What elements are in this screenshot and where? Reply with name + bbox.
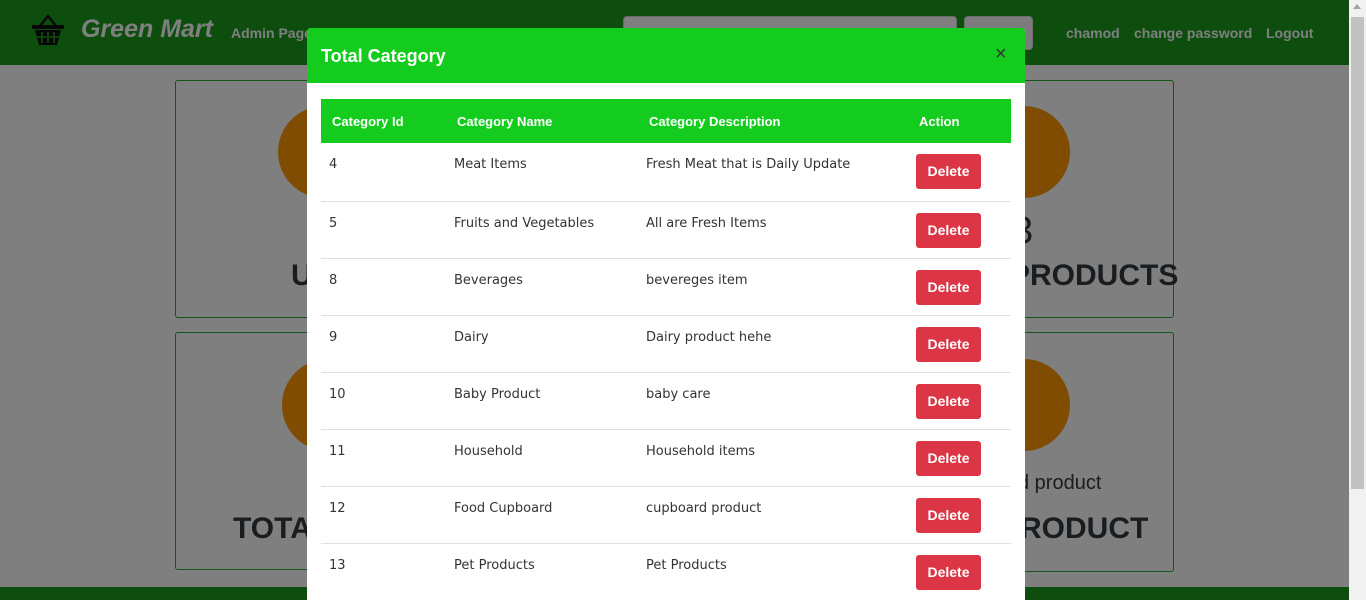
delete-button[interactable]: Delete <box>916 326 981 362</box>
scroll-up-arrow-icon[interactable] <box>1353 4 1361 9</box>
category-name: Fruits and Vegetables <box>446 201 638 259</box>
table-row: 5 Fruits and Vegetables All are Fresh It… <box>321 201 1011 259</box>
action-cell: Delete <box>908 543 1011 600</box>
table-row: 4 Meat Items Fresh Meat that is Daily Up… <box>321 143 1011 202</box>
category-name: Pet Products <box>446 543 638 600</box>
category-description: Pet Products <box>638 543 908 600</box>
table-row: 8 Beverages bevereges item Delete <box>321 258 1011 316</box>
action-cell: Delete <box>908 429 1011 487</box>
category-id: 11 <box>321 429 446 487</box>
category-name: Dairy <box>446 315 638 373</box>
category-id: 5 <box>321 201 446 259</box>
column-header-category-name: Category Name <box>457 113 553 129</box>
category-description: baby care <box>638 372 908 430</box>
table-header-row: Category Id Category Name Category Descr… <box>321 99 1011 143</box>
category-id: 12 <box>321 486 446 544</box>
column-header-category-id: Category Id <box>332 113 404 129</box>
delete-button[interactable]: Delete <box>916 269 981 305</box>
category-id: 9 <box>321 315 446 373</box>
column-header-action: Action <box>919 113 960 129</box>
table-row: 12 Food Cupboard cupboard product Delete <box>321 486 1011 544</box>
table-row: 11 Household Household items Delete <box>321 429 1011 487</box>
column-header-category-description: Category Description <box>649 113 781 129</box>
action-cell: Delete <box>908 372 1011 430</box>
category-id: 8 <box>321 258 446 316</box>
delete-button[interactable]: Delete <box>916 154 981 189</box>
category-id: 10 <box>321 372 446 430</box>
delete-button[interactable]: Delete <box>916 212 981 248</box>
category-name: Baby Product <box>446 372 638 430</box>
action-cell: Delete <box>908 143 1011 202</box>
category-name: Food Cupboard <box>446 486 638 544</box>
category-description: Household items <box>638 429 908 487</box>
modal-header: Total Category × <box>307 28 1025 83</box>
delete-button[interactable]: Delete <box>916 440 981 476</box>
delete-button[interactable]: Delete <box>916 383 981 419</box>
category-description: cupboard product <box>638 486 908 544</box>
action-cell: Delete <box>908 315 1011 373</box>
total-category-modal: Total Category × Category Id Category Na… <box>307 28 1025 600</box>
table-row: 10 Baby Product baby care Delete <box>321 372 1011 430</box>
action-cell: Delete <box>908 486 1011 544</box>
category-table: Category Id Category Name Category Descr… <box>321 99 1011 600</box>
category-id: 4 <box>321 143 446 202</box>
table-row: 13 Pet Products Pet Products Delete <box>321 543 1011 600</box>
close-icon[interactable]: × <box>995 44 1007 64</box>
table-row: 9 Dairy Dairy product hehe Delete <box>321 315 1011 373</box>
category-id: 13 <box>321 543 446 600</box>
modal-title: Total Category <box>321 46 446 66</box>
delete-button[interactable]: Delete <box>916 497 981 533</box>
action-cell: Delete <box>908 258 1011 316</box>
category-name: Meat Items <box>446 143 638 202</box>
category-name: Beverages <box>446 258 638 316</box>
category-description: All are Fresh Items <box>638 201 908 259</box>
category-description: Dairy product hehe <box>638 315 908 373</box>
category-description: Fresh Meat that is Daily Update <box>638 143 908 202</box>
scrollbar-thumb[interactable] <box>1351 17 1364 489</box>
delete-button[interactable]: Delete <box>916 554 981 590</box>
category-name: Household <box>446 429 638 487</box>
category-description: bevereges item <box>638 258 908 316</box>
action-cell: Delete <box>908 201 1011 259</box>
